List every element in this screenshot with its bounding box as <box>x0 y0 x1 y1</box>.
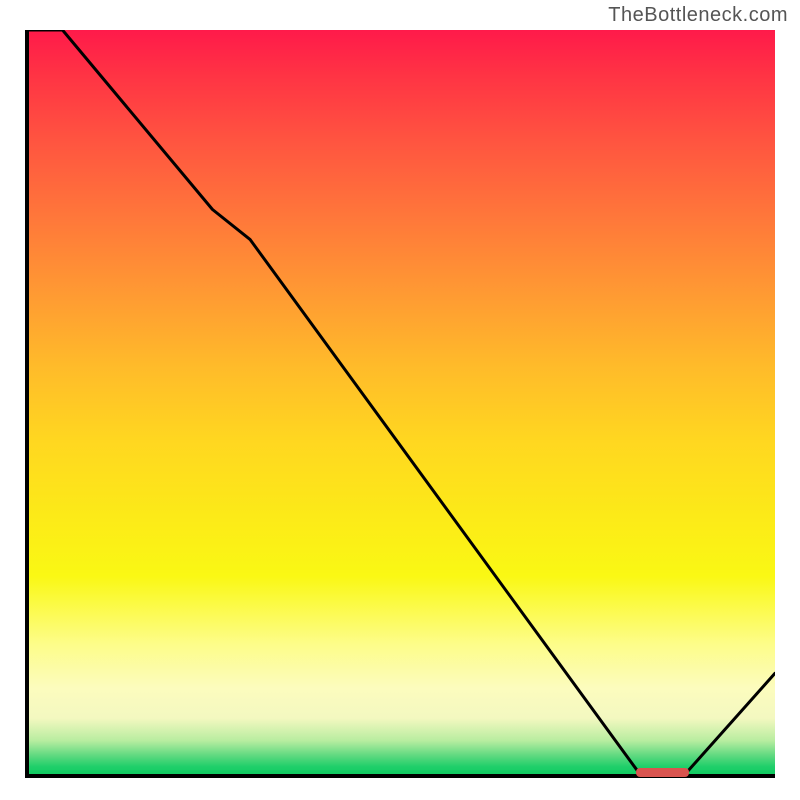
chart-line-series <box>25 30 775 778</box>
watermark-text: TheBottleneck.com <box>608 4 788 27</box>
curve-minimum-marker <box>636 768 689 777</box>
